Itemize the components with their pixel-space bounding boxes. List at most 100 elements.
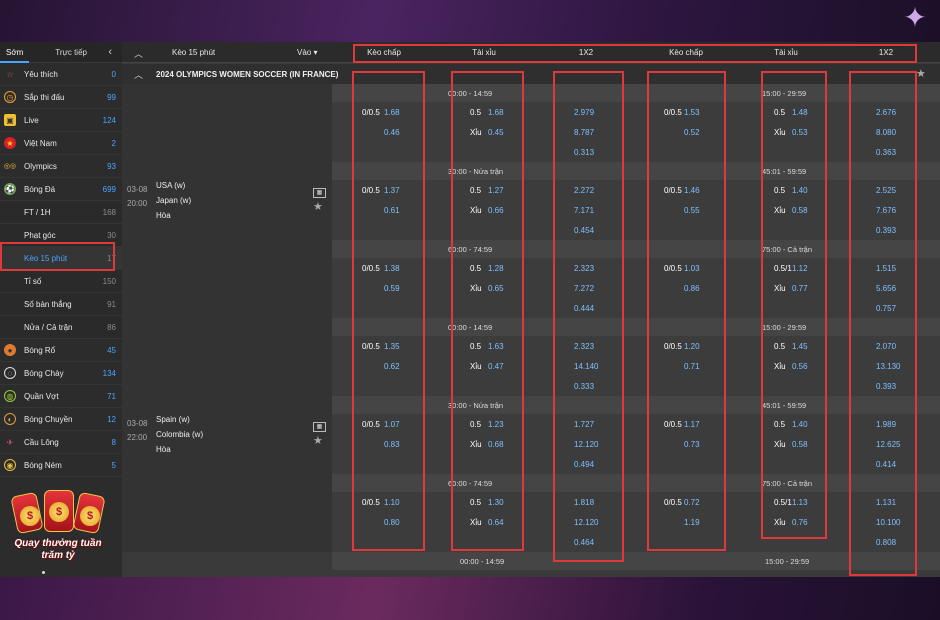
odds-value[interactable]: 0.494 [574, 460, 594, 469]
odds-value[interactable]: 0.313 [574, 148, 594, 157]
odds-value[interactable]: 1.35 [384, 342, 400, 351]
tab-truc-tiep[interactable]: Trực tiếp [49, 42, 93, 63]
odds-value[interactable]: 7.676 [876, 206, 896, 215]
favorite-star-icon[interactable]: ★ [313, 434, 323, 447]
sidebar-item-quan-vot[interactable]: ◍ Quần Vợt 71 [0, 385, 122, 408]
odds-value[interactable]: 1.818 [574, 498, 594, 507]
odds-value[interactable]: 0.76 [792, 518, 808, 527]
odds-value[interactable]: 1.63 [488, 342, 504, 351]
odds-value[interactable]: 0.64 [488, 518, 504, 527]
odds-value[interactable]: 1.38 [384, 264, 400, 273]
sidebar-item-sap-thi-dau[interactable]: ◷ Sắp thi đấu 99 [0, 86, 122, 109]
odds-value[interactable]: 1.727 [574, 420, 594, 429]
odds-value[interactable]: 7.272 [574, 284, 594, 293]
odds-value[interactable]: 1.53 [684, 108, 700, 117]
odds-value[interactable]: 1.68 [384, 108, 400, 117]
odds-value[interactable]: 1.40 [792, 420, 808, 429]
odds-value[interactable]: 1.989 [876, 420, 896, 429]
odds-value[interactable]: 0.59 [384, 284, 400, 293]
odds-value[interactable]: 1.07 [384, 420, 400, 429]
odds-value[interactable]: 0.333 [574, 382, 594, 391]
odds-value[interactable]: 0.454 [574, 226, 594, 235]
promo-banner[interactable]: $ $ $ Quay thưởng tuần trăm tỷ [4, 488, 112, 568]
odds-value[interactable]: 0.61 [384, 206, 400, 215]
sidebar-item-bong-nem[interactable]: ◉ Bóng Ném 5 [0, 454, 122, 477]
odds-value[interactable]: 0.47 [488, 362, 504, 371]
odds-value[interactable]: 1.46 [684, 186, 700, 195]
odds-value[interactable]: 0.66 [488, 206, 504, 215]
odds-value[interactable]: 0.393 [876, 226, 896, 235]
sidebar-item-viet-nam[interactable]: ★ Việt Nam 2 [0, 132, 122, 155]
odds-value[interactable]: 0.56 [792, 362, 808, 371]
odds-value[interactable]: 1.40 [792, 186, 808, 195]
odds-value[interactable]: 0.363 [876, 148, 896, 157]
odds-value[interactable]: 1.37 [384, 186, 400, 195]
odds-value[interactable]: 1.13 [792, 498, 808, 507]
sidebar-item-cau-long[interactable]: ✈ Cầu Lông 8 [0, 431, 122, 454]
odds-value[interactable]: 0.393 [876, 382, 896, 391]
odds-value[interactable]: 1.10 [384, 498, 400, 507]
odds-value[interactable]: 2.676 [876, 108, 896, 117]
odds-value[interactable]: 0.80 [384, 518, 400, 527]
sidebar-subitem-phat-goc[interactable]: Phạt góc 30 [0, 224, 122, 247]
odds-value[interactable]: 0.757 [876, 304, 896, 313]
odds-value[interactable]: 0.46 [384, 128, 400, 137]
odds-value[interactable]: 0.77 [792, 284, 808, 293]
odds-value[interactable]: 5.656 [876, 284, 896, 293]
odds-value[interactable]: 0.62 [384, 362, 400, 371]
odds-value[interactable]: 12.625 [876, 440, 900, 449]
sidebar-subitem-keo-15-phut[interactable]: Kèo 15 phút 17 [0, 247, 122, 270]
odds-value[interactable]: 0.72 [684, 498, 700, 507]
sidebar-subitem-so-ban-thang[interactable]: Số bàn thắng 91 [0, 293, 122, 316]
odds-value[interactable]: 1.27 [488, 186, 504, 195]
odds-value[interactable]: 2.323 [574, 342, 594, 351]
vao-dropdown[interactable]: Vào ▾ [297, 48, 317, 57]
odds-value[interactable]: 0.52 [684, 128, 700, 137]
sidebar-item-bong-chay[interactable]: ◌ Bóng Chày 134 [0, 362, 122, 385]
collapse-chevron-icon[interactable]: ︿ [134, 68, 143, 81]
odds-value[interactable]: 2.979 [574, 108, 594, 117]
odds-value[interactable]: 8.080 [876, 128, 896, 137]
odds-value[interactable]: 7.171 [574, 206, 594, 215]
odds-value[interactable]: 1.03 [684, 264, 700, 273]
odds-value[interactable]: 1.19 [684, 518, 700, 527]
odds-value[interactable]: 1.45 [792, 342, 808, 351]
odds-value[interactable]: 0.464 [574, 538, 594, 547]
sidebar-item-live[interactable]: ▣ Live 124 [0, 109, 122, 132]
odds-value[interactable]: 0.58 [792, 206, 808, 215]
sidebar-item-bong-ro[interactable]: ● Bóng Rổ 45 [0, 339, 122, 362]
sidebar-subitem-ft-1h[interactable]: FT / 1H 168 [0, 201, 122, 224]
live-stats-icon[interactable]: ▦ [313, 188, 326, 198]
odds-value[interactable]: 2.525 [876, 186, 896, 195]
odds-value[interactable]: 14.140 [574, 362, 598, 371]
odds-value[interactable]: 2.070 [876, 342, 896, 351]
odds-value[interactable]: 1.30 [488, 498, 504, 507]
odds-value[interactable]: 12.120 [574, 440, 598, 449]
league-header[interactable]: ︿ 2024 OLYMPICS WOMEN SOCCER (IN FRANCE)… [122, 64, 940, 84]
odds-value[interactable]: 0.71 [684, 362, 700, 371]
odds-value[interactable]: 8.787 [574, 128, 594, 137]
sidebar-item-bong-da[interactable]: ⚽ Bóng Đá 699 [0, 178, 122, 201]
odds-value[interactable]: 0.444 [574, 304, 594, 313]
odds-value[interactable]: 0.808 [876, 538, 896, 547]
odds-value[interactable]: 1.131 [876, 498, 896, 507]
favorite-star-icon[interactable]: ★ [916, 67, 926, 80]
odds-value[interactable]: 10.100 [876, 518, 900, 527]
carousel-dot[interactable] [42, 571, 45, 574]
odds-value[interactable]: 1.28 [488, 264, 504, 273]
live-stats-icon[interactable]: ▦ [313, 422, 326, 432]
odds-value[interactable]: 0.86 [684, 284, 700, 293]
odds-value[interactable]: 0.65 [488, 284, 504, 293]
sidebar-item-olympics[interactable]: ◎◎ Olympics 93 [0, 155, 122, 178]
odds-value[interactable]: 0.53 [792, 128, 808, 137]
odds-value[interactable]: 2.272 [574, 186, 594, 195]
collapse-chevron-icon[interactable]: ︿ [134, 47, 143, 60]
odds-value[interactable]: 1.20 [684, 342, 700, 351]
odds-value[interactable]: 0.73 [684, 440, 700, 449]
odds-value[interactable]: 0.414 [876, 460, 896, 469]
sidebar-item-bong-chuyen[interactable]: ◐ Bóng Chuyền 12 [0, 408, 122, 431]
odds-value[interactable]: 12.120 [574, 518, 598, 527]
odds-value[interactable]: 0.55 [684, 206, 700, 215]
odds-value[interactable]: 1.17 [684, 420, 700, 429]
favorite-star-icon[interactable]: ★ [313, 200, 323, 213]
